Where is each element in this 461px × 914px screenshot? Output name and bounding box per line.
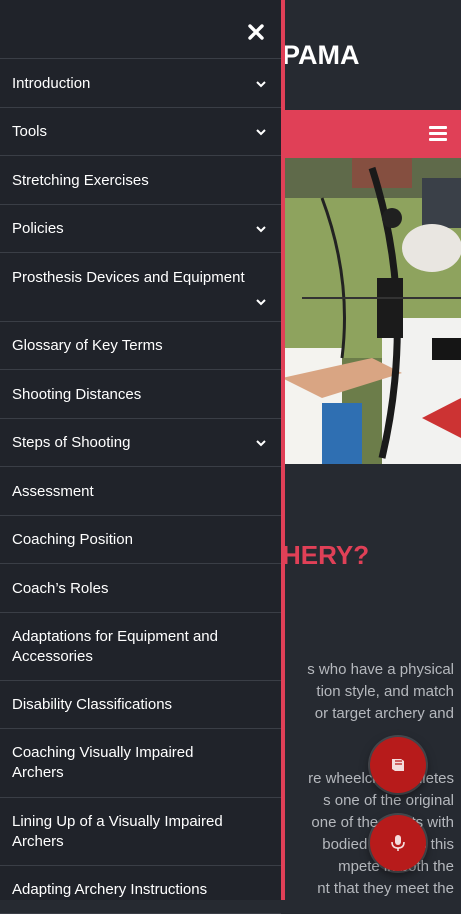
book-icon (392, 759, 404, 771)
paragraph-line-5: s one of the original (323, 792, 454, 809)
menu-item-tools[interactable]: Tools (0, 108, 281, 156)
site-logo[interactable]: PAMA (282, 40, 360, 71)
chevron-down-icon[interactable] (255, 225, 267, 233)
hero-image (282, 158, 461, 464)
navigation-drawer: Introduction Tools Stretching Exercises Pol… (0, 0, 285, 914)
paragraph-line-7: bodied partners this (322, 836, 454, 853)
menu-item-label: Adaptations for Equipment and Accessorie… (12, 628, 218, 665)
menu-item-label: Coaching Visually Impaired Archers (12, 744, 194, 781)
close-button[interactable] (244, 20, 268, 44)
chevron-down-icon[interactable] (255, 439, 267, 447)
paragraph-line-2: tion style, and match (316, 683, 454, 700)
menu-item-label: Coaching Position (12, 531, 133, 548)
paragraph-line-8: mpete in both the (338, 858, 454, 875)
menu-item-label: Introduction (12, 75, 91, 92)
book-button[interactable] (370, 737, 426, 793)
menu-item-disability-classifications[interactable]: Disability Classifications (0, 681, 281, 729)
menu-item-lining-up-of-a-visually-impaired-archers[interactable]: Lining Up of a Visually Impaired Archers (0, 798, 281, 866)
section-heading: HERY? (282, 540, 370, 570)
paragraph-line-4: re wheelchair athletes (308, 770, 454, 787)
paragraph-line-6: one of the sports with (311, 814, 454, 831)
menu-item-adapting-archery-instructions[interactable]: Adapting Archery Instructions (0, 866, 281, 914)
menu-item-label: Policies (12, 220, 64, 237)
menu-item-assessment[interactable]: Assessment (0, 467, 281, 516)
menu-item-shooting-distances[interactable]: Shooting Distances (0, 370, 281, 419)
chevron-down-icon[interactable] (255, 128, 267, 136)
menu-item-glossary-of-key-terms[interactable]: Glossary of Key Terms (0, 322, 281, 370)
menu-item-introduction[interactable]: Introduction (0, 59, 281, 108)
drawer-header (0, 0, 281, 59)
menu-item-policies[interactable]: Policies (0, 205, 281, 253)
menu-item-label: Tools (12, 123, 48, 140)
menu-item-label: Steps of Shooting (12, 434, 131, 451)
menu-item-coach-s-roles[interactable]: Coach’s Roles (0, 564, 281, 613)
menu-item-steps-of-shooting[interactable]: Steps of Shooting (0, 419, 281, 467)
microphone-icon (391, 835, 405, 851)
menu-item-adaptations-for-equipment-and-accessories[interactable]: Adaptations for Equipment and Accessorie… (0, 613, 281, 681)
paragraph-line-3: or target archery and (314, 705, 454, 722)
menu-item-label: Lining Up of a Visually Impaired Archers (12, 813, 223, 850)
close-icon (248, 24, 264, 40)
menu-item-coaching-position[interactable]: Coaching Position (0, 516, 281, 564)
menu-item-label: Prosthesis Devices and Equipment (12, 269, 245, 286)
hamburger-icon[interactable] (429, 126, 447, 142)
paragraph-line-1: s who have a physical (307, 661, 454, 678)
chevron-down-icon[interactable] (255, 80, 267, 88)
menu-item-label: Shooting Distances (12, 386, 142, 403)
menu-item-label: Adapting Archery Instructions (12, 881, 208, 898)
menu-item-stretching-exercises[interactable]: Stretching Exercises (0, 156, 281, 205)
menu-item-coaching-visually-impaired-archers[interactable]: Coaching Visually Impaired Archers (0, 729, 281, 798)
drawer-menu: Introduction Tools Stretching Exercises Pol… (0, 59, 281, 914)
menu-item-label: Disability Classifications (12, 696, 173, 713)
menu-item-label: Coach’s Roles (12, 580, 109, 597)
menu-item-label: Assessment (12, 483, 94, 500)
nav-bar (282, 110, 461, 158)
menu-item-label: Glossary of Key Terms (12, 337, 163, 354)
paragraph-line-9: nt that they meet the (317, 880, 454, 897)
microphone-button[interactable] (370, 815, 426, 871)
menu-item-label: Stretching Exercises (12, 172, 149, 189)
chevron-down-icon[interactable] (255, 298, 267, 306)
menu-item-prosthesis-devices-and-equipment[interactable]: Prosthesis Devices and Equipment (0, 253, 281, 322)
